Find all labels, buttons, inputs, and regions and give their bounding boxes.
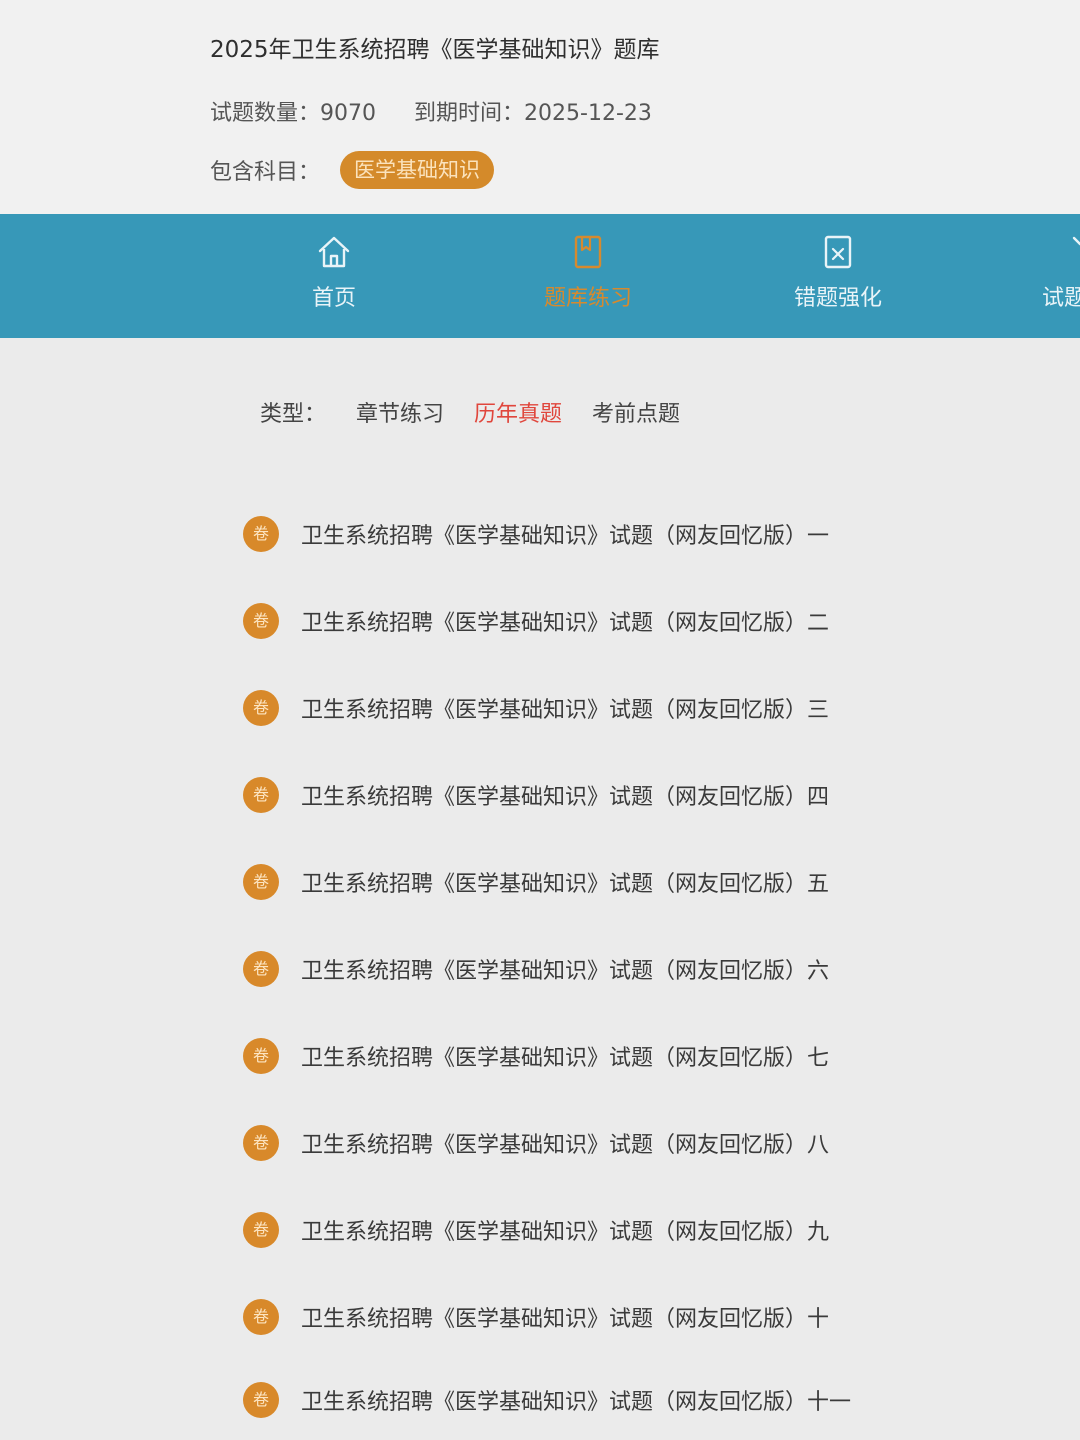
paper-badge-icon: 卷 xyxy=(243,690,279,726)
paper-badge-icon: 卷 xyxy=(243,1125,279,1161)
paper-item[interactable]: 卷 卫生系统招聘《医学基础知识》试题（网友回忆版）五 xyxy=(243,862,829,902)
paper-title: 卫生系统招聘《医学基础知识》试题（网友回忆版）六 xyxy=(301,959,830,984)
paper-item[interactable]: 卷 卫生系统招聘《医学基础知识》试题（网友回忆版）六 xyxy=(243,949,829,989)
paper-badge-icon: 卷 xyxy=(243,603,279,639)
question-count-value: 9070 xyxy=(320,101,377,126)
paper-item[interactable]: 卷 卫生系统招聘《医学基础知识》试题（网友回忆版）十一 xyxy=(243,1380,851,1420)
bank-header: 2025年卫生系统招聘《医学基础知识》题库 试题数量：9070 到期时间：2025… xyxy=(0,0,1080,214)
expiry-label: 到期时间： xyxy=(414,101,525,126)
paper-title: 卫生系统招聘《医学基础知识》试题（网友回忆版）五 xyxy=(301,872,830,897)
bank-title: 2025年卫生系统招聘《医学基础知识》题库 xyxy=(210,37,660,63)
subjects-row: 包含科目： 医学基础知识 xyxy=(210,150,495,190)
paper-title: 卫生系统招聘《医学基础知识》试题（网友回忆版）二 xyxy=(301,611,830,636)
practice-icon xyxy=(574,235,602,269)
paper-badge-icon: 卷 xyxy=(243,1382,279,1418)
wrong-questions-icon xyxy=(824,235,852,269)
home-icon xyxy=(318,236,350,268)
nav-item-wrong-questions[interactable]: 错题强化 xyxy=(738,214,938,338)
bank-meta: 试题数量：9070 到期时间：2025-12-23 xyxy=(210,95,652,127)
paper-item[interactable]: 卷 卫生系统招聘《医学基础知识》试题（网友回忆版）七 xyxy=(243,1036,829,1076)
nav-item-home[interactable]: 首页 xyxy=(234,214,434,338)
paper-title: 卫生系统招聘《医学基础知识》试题（网友回忆版）七 xyxy=(301,1046,830,1071)
paper-item[interactable]: 卷 卫生系统招聘《医学基础知识》试题（网友回忆版）四 xyxy=(243,775,829,815)
paper-item[interactable]: 卷 卫生系统招聘《医学基础知识》试题（网友回忆版）十 xyxy=(243,1297,829,1337)
paper-badge-icon: 卷 xyxy=(243,1212,279,1248)
paper-title: 卫生系统招聘《医学基础知识》试题（网友回忆版）一 xyxy=(301,524,830,549)
paper-item[interactable]: 卷 卫生系统招聘《医学基础知识》试题（网友回忆版）八 xyxy=(243,1123,829,1163)
paper-badge-icon: 卷 xyxy=(243,1038,279,1074)
main-nav-bar: 首页 题库练习 错题强化 试题 xyxy=(0,214,1080,338)
paper-badge-icon: 卷 xyxy=(243,864,279,900)
nav-item-practice[interactable]: 题库练习 xyxy=(488,214,688,338)
paper-badge-icon: 卷 xyxy=(243,1299,279,1335)
nav-item-exam[interactable]: 试题 xyxy=(1000,214,1080,338)
nav-label-home: 首页 xyxy=(311,286,356,311)
question-count-label: 试题数量： xyxy=(210,101,321,126)
content-area: 类型： 章节练习 历年真题 考前点题 卷 卫生系统招聘《医学基础知识》试题（网友… xyxy=(0,338,1080,1440)
paper-title: 卫生系统招聘《医学基础知识》试题（网友回忆版）十 xyxy=(301,1307,830,1332)
paper-title: 卫生系统招聘《医学基础知识》试题（网友回忆版）九 xyxy=(301,1220,830,1245)
paper-item[interactable]: 卷 卫生系统招聘《医学基础知识》试题（网友回忆版）一 xyxy=(243,514,829,554)
paper-item[interactable]: 卷 卫生系统招聘《医学基础知识》试题（网友回忆版）二 xyxy=(243,601,829,641)
nav-label-exam: 试题 xyxy=(1042,286,1080,311)
nav-label-wrong-questions: 错题强化 xyxy=(793,286,882,311)
paper-badge-icon: 卷 xyxy=(243,777,279,813)
expiry-date-value: 2025-12-23 xyxy=(524,101,652,126)
paper-item[interactable]: 卷 卫生系统招聘《医学基础知识》试题（网友回忆版）三 xyxy=(243,688,829,728)
paper-list: 卷 卫生系统招聘《医学基础知识》试题（网友回忆版）一 卷 卫生系统招聘《医学基础… xyxy=(0,338,1080,1440)
paper-title: 卫生系统招聘《医学基础知识》试题（网友回忆版）十一 xyxy=(301,1390,852,1415)
paper-title: 卫生系统招聘《医学基础知识》试题（网友回忆版）四 xyxy=(301,785,830,810)
paper-badge-icon: 卷 xyxy=(243,951,279,987)
paper-item[interactable]: 卷 卫生系统招聘《医学基础知识》试题（网友回忆版）九 xyxy=(243,1210,829,1250)
exam-icon xyxy=(1072,236,1080,246)
paper-title: 卫生系统招聘《医学基础知识》试题（网友回忆版）三 xyxy=(301,698,830,723)
subjects-label: 包含科目： xyxy=(210,160,321,185)
paper-title: 卫生系统招聘《医学基础知识》试题（网友回忆版）八 xyxy=(301,1133,830,1158)
subject-tag[interactable]: 医学基础知识 xyxy=(340,151,495,189)
nav-label-practice: 题库练习 xyxy=(543,286,632,311)
paper-badge-icon: 卷 xyxy=(243,516,279,552)
